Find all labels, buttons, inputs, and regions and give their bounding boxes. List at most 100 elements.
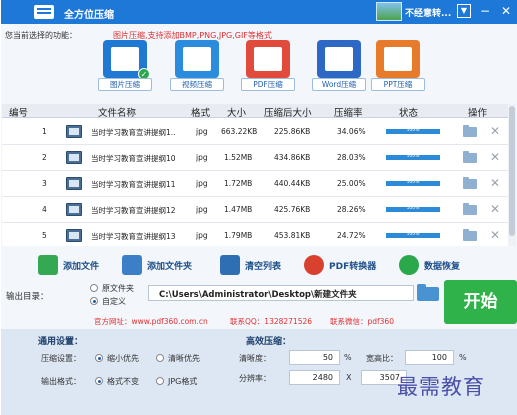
size-first-radio[interactable] [95, 354, 103, 362]
word-compress-icon [317, 40, 361, 78]
pdf-compress-icon [246, 40, 290, 78]
watermark-text: 最需教育 [397, 375, 485, 399]
ratio-unit: % [459, 353, 467, 362]
header-status: 状态 [399, 108, 419, 119]
general-settings-title: 通用设置： [38, 337, 84, 347]
jpg-format-label[interactable]: JPG格式 [168, 376, 197, 387]
header-rate: 压缩率 [334, 108, 363, 119]
keep-format-radio[interactable] [95, 377, 103, 385]
clarity-first-label[interactable]: 清晰优先 [168, 353, 200, 364]
progress-bar: 100% [386, 154, 440, 160]
toolbar: 添加文件 添加文件夹 清空列表 PDF转换器 数据恢复 [1, 250, 517, 278]
cell-no: 5 [42, 231, 47, 240]
header-format: 格式 [191, 108, 211, 119]
add-file-icon [38, 255, 58, 275]
scrollbar-thumb[interactable] [509, 106, 515, 236]
close-icon[interactable]: ✕ [498, 3, 514, 19]
add-file-button[interactable]: 添加文件 [38, 254, 112, 276]
website-link[interactable]: 官方网址：www.pdf360.com.cn [94, 316, 208, 327]
clear-list-button[interactable]: 清空列表 [220, 254, 294, 276]
ad-thumbnail[interactable] [376, 2, 402, 21]
browse-folder-icon[interactable] [417, 284, 439, 301]
source-folder-label[interactable]: 原文件夹 [102, 283, 134, 294]
size-first-label[interactable]: 缩小优先 [107, 353, 139, 364]
cell-after: 453.81KB [274, 231, 311, 240]
compress-setting-label: 压缩设置： [41, 354, 81, 363]
table-scrollbar[interactable] [508, 104, 516, 246]
wechat-contact: 联系微信：pdf360 [330, 317, 394, 326]
open-folder-icon[interactable] [463, 203, 477, 215]
cell-rate: 24.72% [337, 231, 366, 240]
cell-after: 225.86KB [274, 127, 311, 136]
ratio-label: 宽高比： [366, 354, 398, 363]
image-compress-button[interactable]: ✓ 图片压缩 [98, 40, 152, 92]
output-path-field[interactable]: C:\Users\Administrator\Desktop\新建文件夹 [148, 285, 414, 301]
header-no: 编号 [9, 108, 29, 119]
func-label: 图片压缩 [98, 78, 152, 91]
notice-text[interactable]: 不经意转... [405, 6, 451, 19]
pdf-converter-icon [304, 255, 324, 275]
image-file-icon [66, 203, 82, 216]
add-file-label: 添加文件 [63, 262, 100, 272]
image-file-icon [66, 151, 82, 164]
cell-rate: 25.00% [337, 179, 366, 188]
progress-text: 100% [406, 232, 420, 237]
open-folder-icon[interactable] [463, 229, 477, 241]
cell-after: 434.86KB [274, 153, 311, 162]
custom-folder-radio[interactable] [90, 297, 98, 305]
header-size: 大小 [227, 108, 247, 119]
clarity-input[interactable]: 50 [289, 350, 340, 365]
delete-icon[interactable]: ✕ [490, 228, 500, 242]
cell-no: 2 [42, 153, 47, 162]
source-folder-radio[interactable] [90, 284, 98, 292]
add-folder-button[interactable]: 添加文件夹 [122, 254, 208, 276]
table-row[interactable]: 1 当时学习教育宣讲提纲1.. jpg 663.22KB 225.86KB 34… [2, 119, 508, 145]
start-button[interactable]: 开始 [444, 280, 517, 324]
delete-icon[interactable]: ✕ [490, 124, 500, 138]
video-compress-icon [175, 40, 219, 78]
data-recovery-button[interactable]: 数据恢复 [399, 254, 477, 276]
title-bar: 全方位压缩 不经意转... ▼ − ✕ [1, 0, 517, 24]
cell-name: 当时学习教育宣讲提纲13 [91, 232, 176, 241]
table-row[interactable]: 2 当时学习教育宣讲提纲10 jpg 1.52MB 434.86KB 28.03… [2, 145, 508, 171]
keep-format-label[interactable]: 格式不变 [107, 376, 139, 387]
cell-name: 当时学习教育宣讲提纲12 [91, 206, 176, 215]
clarity-label: 清晰度： [239, 354, 271, 363]
table-row[interactable]: 5 当时学习教育宣讲提纲13 jpg 1.79MB 453.81KB 24.72… [2, 223, 508, 246]
times-sign: X [346, 373, 352, 382]
minimize-icon[interactable]: − [477, 3, 493, 19]
open-folder-icon[interactable] [463, 151, 477, 163]
output-format-label: 输出格式： [41, 377, 81, 386]
open-folder-icon[interactable] [463, 177, 477, 189]
clarity-unit: % [344, 353, 352, 362]
cell-rate: 34.06% [337, 127, 366, 136]
cell-after: 440.44KB [274, 179, 311, 188]
header-action: 操作 [468, 108, 488, 119]
open-folder-icon[interactable] [463, 125, 477, 137]
cell-name: 当时学习教育宣讲提纲1.. [91, 128, 176, 137]
cell-no: 4 [42, 205, 47, 214]
cell-no: 3 [42, 179, 47, 188]
cell-rate: 28.03% [337, 153, 366, 162]
pdf-converter-button[interactable]: PDF转换器 [304, 254, 388, 276]
pdf-compress-button[interactable]: PDF压缩 [241, 40, 295, 92]
delete-icon[interactable]: ✕ [490, 150, 500, 164]
width-input[interactable]: 2480 [289, 370, 340, 385]
word-compress-button[interactable]: Word压缩 [312, 40, 366, 92]
delete-icon[interactable]: ✕ [490, 202, 500, 216]
table-row[interactable]: 4 当时学习教育宣讲提纲12 jpg 1.47MB 425.76KB 28.26… [2, 197, 508, 223]
function-label: 您当前选择的功能： [5, 31, 77, 40]
video-compress-button[interactable]: 视频压缩 [170, 40, 224, 92]
ratio-input[interactable]: 100 [405, 350, 454, 365]
dropdown-icon[interactable]: ▼ [457, 4, 471, 18]
progress-bar: 100% [386, 206, 440, 212]
delete-icon[interactable]: ✕ [490, 176, 500, 190]
clear-list-icon [220, 255, 240, 275]
clarity-first-radio[interactable] [156, 354, 164, 362]
jpg-format-radio[interactable] [156, 377, 164, 385]
qq-contact: 联系QQ：1328271526 [230, 317, 313, 326]
cell-format: jpg [196, 205, 208, 214]
custom-folder-label[interactable]: 自定义 [102, 296, 126, 307]
table-row[interactable]: 3 当时学习教育宣讲提纲11 jpg 1.72MB 440.44KB 25.00… [2, 171, 508, 197]
ppt-compress-button[interactable]: PPT压缩 [371, 40, 425, 92]
